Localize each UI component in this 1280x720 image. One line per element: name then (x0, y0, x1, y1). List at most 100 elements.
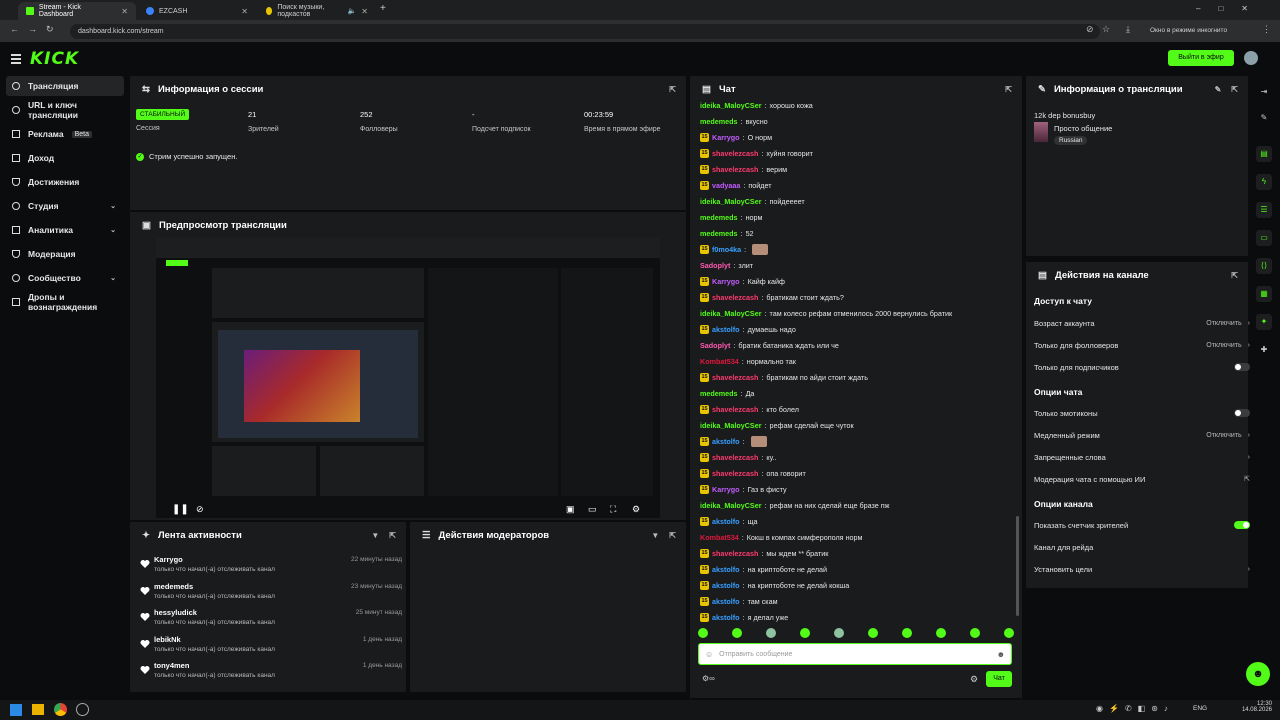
chat-message[interactable]: 15 shavelezcash: кто болел (700, 402, 799, 416)
chat-message[interactable]: ideika_MaloyCSer: там колесо рефам отмени… (700, 306, 952, 320)
filter-icon[interactable]: ▼ (371, 531, 379, 540)
chat-username[interactable]: ideika_MaloyCSer (700, 102, 762, 110)
bookmark-star-icon[interactable]: ☆ (1102, 24, 1110, 35)
channel-setting-row[interactable]: Модерация чата с помощью ИИ ⇱ (1034, 470, 1250, 488)
chat-message[interactable]: 15 akstolfo: я делал уже (700, 610, 788, 622)
reload-icon[interactable]: ↻ (46, 24, 54, 35)
chat-username[interactable]: Kombat534 (700, 533, 739, 542)
fullscreen-icon[interactable]: ⛶ (610, 504, 616, 515)
forward-icon[interactable]: → (28, 24, 37, 34)
edit-icon[interactable]: ✎ (1215, 85, 1222, 94)
chat-username[interactable]: akstolfo (712, 581, 740, 590)
language-indicator[interactable]: ENG (1193, 705, 1207, 712)
sidebar-item-revenue[interactable]: Доход (6, 148, 124, 168)
pencil-icon[interactable]: ✎ (1256, 110, 1272, 126)
chat-username[interactable]: shavelezcash (712, 549, 758, 558)
chat-username[interactable]: akstolfo (712, 325, 740, 334)
chat-username[interactable]: medemeds (700, 389, 738, 398)
activity-username[interactable]: lebikNk (154, 635, 181, 644)
eye-off-icon[interactable]: ⊘ (1086, 24, 1094, 35)
chat-message[interactable]: 15 akstolfo: на криптоботе не делай (700, 562, 827, 576)
menu-dots-icon[interactable]: ⋮ (1262, 24, 1271, 35)
chat-username[interactable]: shavelezcash (712, 373, 758, 382)
chat-message[interactable]: 15 shavelezcash: хуйня говорит (700, 146, 813, 160)
emote-icon[interactable] (698, 628, 708, 638)
back-icon[interactable]: ← (10, 24, 19, 34)
filter-icon[interactable]: ▼ (651, 531, 659, 540)
channel-setting-row[interactable]: Только для подписчиков (1034, 358, 1250, 376)
chat-message[interactable]: ideika_MaloyCSer: рефам сделай еще чуток (700, 418, 854, 432)
emote-icon[interactable] (902, 628, 912, 638)
emote-icon[interactable] (766, 628, 776, 638)
chat-username[interactable]: shavelezcash (712, 469, 758, 478)
collapse-icon[interactable]: ⇥ (1256, 84, 1272, 100)
chat-settings-icon[interactable]: ⚙ (970, 674, 978, 685)
sidebar-item-analytics[interactable]: Аналитика ⌄ (6, 220, 124, 240)
chat-username[interactable]: medemeds (700, 117, 738, 126)
chat-message[interactable]: ideika_MaloyCSer: рефам на них сделай еще… (700, 498, 889, 512)
chat-message[interactable]: Sadoplyt: злит (700, 258, 753, 272)
sidebar-item-broadcast[interactable]: Трансляция (6, 76, 124, 96)
channel-setting-row[interactable]: Показать счетчик зрителей (1034, 516, 1250, 534)
chat-message[interactable]: 15 shavelezcash: мы ждем ** братик (700, 546, 828, 560)
chrome-icon[interactable] (54, 703, 67, 716)
chat-message[interactable]: 15 shavelezcash: верим (700, 162, 787, 176)
chat-widget-icon[interactable]: ▭ (1256, 230, 1272, 246)
chat-message[interactable]: Kombat534: нормально так (700, 354, 796, 368)
tools-widget-icon[interactable]: ✦ (1256, 314, 1272, 330)
preview-video[interactable]: ❚❚ ⊘ ▣ ▭ ⛶ ⚙ (156, 238, 660, 518)
channel-setting-row[interactable]: Возраст аккаунта Отключить › (1034, 314, 1250, 332)
channel-setting-row[interactable]: Запрещенные слова › (1034, 448, 1250, 466)
close-tab-icon[interactable]: ✕ (121, 7, 128, 16)
chat-username[interactable]: akstolfo (712, 597, 740, 606)
channel-setting-row[interactable]: Медленный режим Отключить › (1034, 426, 1250, 444)
help-chat-icon[interactable]: ☻ (1246, 662, 1270, 686)
chat-message[interactable]: 15 f0mo4ka: (700, 242, 769, 256)
session-widget-icon[interactable]: ▤ (1256, 146, 1272, 162)
chat-username[interactable]: Sadoplyt (700, 261, 730, 270)
chat-message[interactable]: ideika_MaloyCSer: пойдеееет (700, 194, 805, 208)
chat-username[interactable]: akstolfo (712, 517, 740, 526)
chat-message[interactable]: 15 Karrygo: Газ в фисту (700, 482, 787, 496)
settings-gear-icon[interactable]: ⚙ (632, 504, 640, 515)
chat-username[interactable]: akstolfo (712, 565, 740, 574)
popout-icon[interactable]: ⇱ (389, 531, 396, 540)
send-chat-button[interactable]: Чат (986, 671, 1012, 687)
emote-icon[interactable] (732, 628, 742, 638)
emote-icon[interactable] (970, 628, 980, 638)
sidebar-item-studio[interactable]: Студия ⌄ (6, 196, 124, 216)
chat-username[interactable]: Sadoplyt (700, 341, 730, 350)
sidebar-item-moderation[interactable]: Модерация (6, 244, 124, 264)
close-tab-icon[interactable]: ✕ (361, 7, 368, 16)
chat-input[interactable]: ☺ Отправить сообщение ☻ (698, 643, 1012, 665)
windows-start-icon[interactable] (10, 704, 22, 716)
channel-setting-row[interactable]: Только для фолловеров Отключить › (1034, 336, 1250, 354)
emote-icon[interactable] (936, 628, 946, 638)
chat-username[interactable]: medemeds (700, 229, 738, 238)
chat-message[interactable]: 15 akstolfo: думаешь надо (700, 322, 796, 336)
chat-username[interactable]: Kombat534 (700, 357, 739, 366)
sidebar-item-ads[interactable]: Реклама Beta (6, 124, 124, 144)
url-field[interactable]: dashboard.kick.com/stream (70, 24, 1100, 39)
emote-icon[interactable] (800, 628, 810, 638)
avatar[interactable] (1244, 51, 1258, 65)
chat-message-list[interactable]: ideika_MaloyCSer: хорошо кожа medemeds: вку… (690, 102, 1016, 622)
chat-username[interactable]: akstolfo (712, 437, 740, 446)
activity-username[interactable]: tony4men (154, 661, 189, 670)
chat-username[interactable]: Karrygo (712, 485, 740, 494)
chat-message[interactable]: ideika_MaloyCSer: хорошо кожа (700, 102, 813, 112)
chat-message[interactable]: 15 akstolfo: там скам (700, 594, 778, 608)
puzzle-icon[interactable]: ✚ (1256, 342, 1272, 358)
chat-username[interactable]: shavelezcash (712, 405, 758, 414)
chat-message[interactable]: 15 akstolfo: на криптоботе не делай кокша (700, 578, 849, 592)
chat-username[interactable]: vadyaaa (712, 181, 740, 190)
chat-username[interactable]: ideika_MaloyCSer (700, 309, 762, 318)
code-widget-icon[interactable]: ⟨⟩ (1256, 258, 1272, 274)
chat-username[interactable]: ideika_MaloyCSer (700, 421, 762, 430)
chat-message[interactable]: Kombat534: Кокш в компах симферополя норм (700, 530, 862, 544)
chat-username[interactable]: shavelezcash (712, 453, 758, 462)
smile-icon[interactable]: ☻ (997, 650, 1005, 659)
popout-icon[interactable]: ⇱ (1231, 85, 1238, 94)
chat-message[interactable]: medemeds: норм (700, 210, 762, 224)
emote-icon[interactable] (1004, 628, 1014, 638)
